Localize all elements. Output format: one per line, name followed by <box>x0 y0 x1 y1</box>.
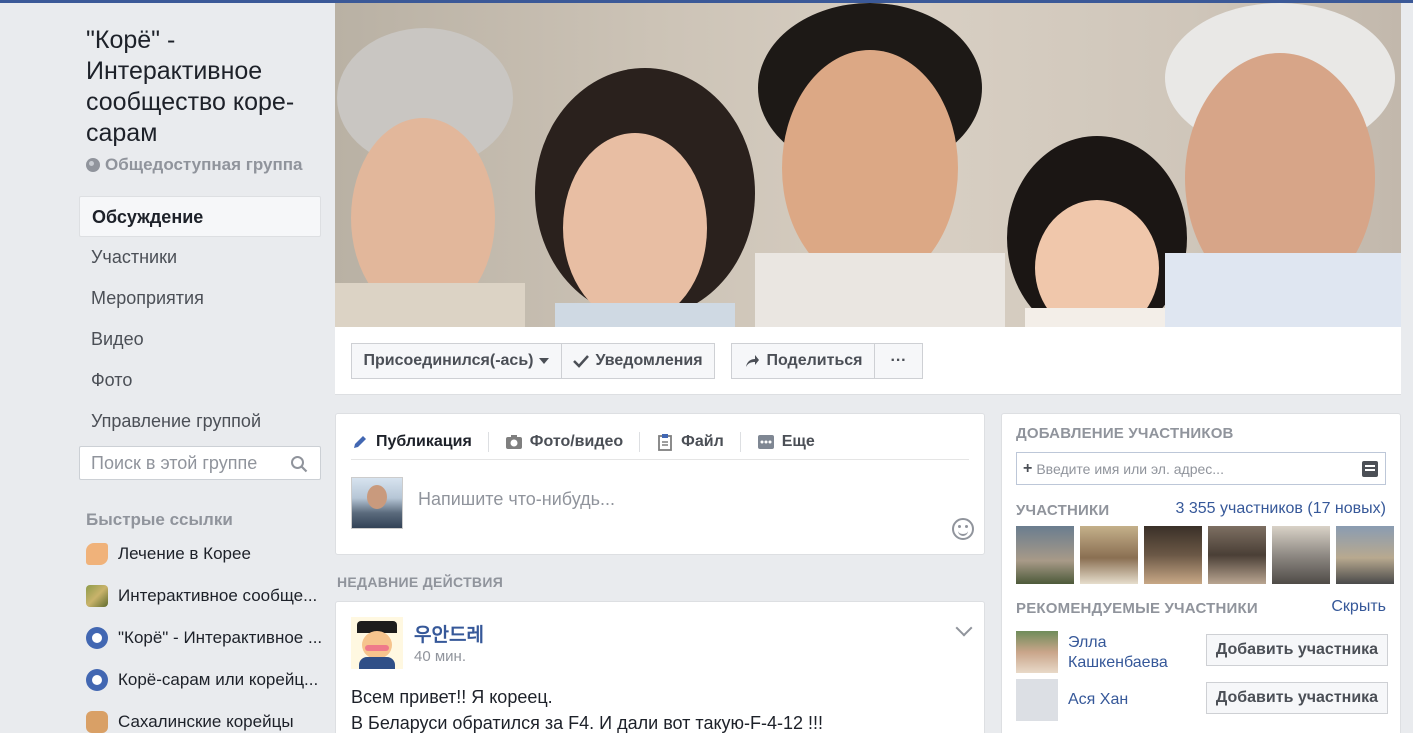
camera-icon <box>505 434 522 449</box>
default-avatar-icon[interactable] <box>1016 679 1058 721</box>
nav-item-manage-group[interactable]: Управление группой <box>79 401 321 442</box>
plus-icon: + <box>1023 459 1033 477</box>
quick-link-item[interactable]: "Корё" - Интерактивное ... <box>86 617 326 659</box>
fist-icon <box>86 711 108 733</box>
group-icon <box>86 669 108 691</box>
suggested-member-row: Элла Кашкенбаева Добавить участника <box>1016 631 1388 675</box>
clipboard-icon <box>658 433 673 451</box>
emoji-icon[interactable] <box>952 518 974 540</box>
nav-item-photos[interactable]: Фото <box>79 360 321 401</box>
quick-link-item[interactable]: Корё-сарам или корейц... <box>86 659 326 701</box>
compose-input[interactable] <box>418 489 918 510</box>
nav-item-discussion[interactable]: Обсуждение <box>79 196 321 237</box>
nav-item-events[interactable]: Мероприятия <box>79 278 321 319</box>
notifications-button-label: Уведомления <box>595 352 703 369</box>
post-text-line: В Беларуси обратился за F4. И дали вот т… <box>351 713 824 733</box>
caret-down-icon <box>539 358 550 364</box>
checkmark-icon <box>573 355 590 368</box>
globe-icon <box>86 158 100 172</box>
member-thumbnail[interactable] <box>1336 526 1394 584</box>
member-thumbnail[interactable] <box>1272 526 1330 584</box>
post-timestamp[interactable]: 40 мин. <box>414 648 466 665</box>
pencil-icon <box>354 435 366 448</box>
joined-button[interactable]: Присоединился(-ась) <box>351 343 562 379</box>
post-composer: Публикация Фото/видео Файл Еще <box>335 413 985 555</box>
group-privacy: Общедоступная группа <box>86 155 302 175</box>
post-text-line: Всем привет!! Я кореец. <box>351 687 553 707</box>
tab-more-label: Еще <box>781 432 815 450</box>
suggested-members-title: РЕКОМЕНДУЕМЫЕ УЧАСТНИКИ <box>1016 600 1258 617</box>
group-nav: Обсуждение Участники Мероприятия Видео Ф… <box>79 196 321 442</box>
member-thumbnails <box>1016 526 1394 584</box>
tab-post-label: Публикация <box>376 432 472 450</box>
group-search-input[interactable] <box>91 452 281 474</box>
tab-photo-video[interactable]: Фото/видео <box>505 431 641 452</box>
more-options-button[interactable]: ··· <box>874 343 923 379</box>
suggested-member-row: Ася Хан Добавить участника <box>1016 679 1388 723</box>
quick-links-title: Быстрые ссылки <box>86 510 233 529</box>
quick-link-label: Корё-сарам или корейц... <box>118 670 319 689</box>
quick-link-label: Интерактивное сообще... <box>118 586 318 605</box>
more-dots-icon <box>757 434 774 449</box>
tab-file-label: Файл <box>681 432 724 450</box>
tab-photo-video-label: Фото/видео <box>529 432 624 450</box>
add-member-button[interactable]: Добавить участника <box>1206 634 1388 666</box>
notifications-button[interactable]: Уведомления <box>561 343 715 379</box>
suggested-member-avatar[interactable] <box>1016 631 1058 673</box>
group-photo-icon <box>86 585 108 607</box>
member-thumbnail[interactable] <box>1080 526 1138 584</box>
post-body: Всем привет!! Я кореец. В Беларуси обрат… <box>351 684 823 733</box>
members-count-link[interactable]: 3 355 участников (17 новых) <box>1176 500 1386 518</box>
tab-post[interactable]: Публикация <box>351 431 489 452</box>
add-members-title: ДОБАВЛЕНИЕ УЧАСТНИКОВ <box>1016 425 1234 442</box>
suggested-member-name[interactable]: Ася Хан <box>1068 690 1188 710</box>
left-sidebar: "Корё" - Интерактивное сообщество коре-с… <box>0 3 333 733</box>
quick-link-label: Сахалинские корейцы <box>118 712 294 731</box>
cover-action-bar: Присоединился(-ась) Уведомления Поделить… <box>335 327 1401 395</box>
share-arrow-icon <box>746 355 760 367</box>
tab-more[interactable]: Еще <box>757 432 831 452</box>
quick-link-item[interactable]: Интерактивное сообще... <box>86 575 326 617</box>
group-privacy-label: Общедоступная группа <box>105 155 303 174</box>
quick-link-label: "Корё" - Интерактивное ... <box>118 628 323 647</box>
address-book-icon[interactable] <box>1362 461 1378 477</box>
joined-button-label: Присоединился(-ась) <box>363 352 534 369</box>
group-icon <box>86 627 108 649</box>
hide-suggestions-link[interactable]: Скрыть <box>1331 598 1386 616</box>
member-thumbnail[interactable] <box>1208 526 1266 584</box>
search-icon[interactable] <box>290 455 308 473</box>
member-thumbnail[interactable] <box>1144 526 1202 584</box>
recent-activity-title: НЕДАВНИЕ ДЕЙСТВИЯ <box>337 574 504 590</box>
quick-link-label: Лечение в Корее <box>118 544 251 563</box>
member-thumbnail[interactable] <box>1016 526 1074 584</box>
quick-links-list: Лечение в Корее Интерактивное сообще... … <box>86 533 326 733</box>
group-title[interactable]: "Корё" - Интерактивное сообщество коре-с… <box>86 25 326 149</box>
feed-post: 우안드레 40 мин. Всем привет!! Я кореец. В Б… <box>335 601 985 733</box>
add-member-input[interactable] <box>1036 460 1357 477</box>
quick-link-item[interactable]: Сахалинские корейцы <box>86 701 326 733</box>
quick-link-item[interactable]: Лечение в Корее <box>86 533 326 575</box>
add-member-field: + <box>1016 452 1386 485</box>
share-button-label: Поделиться <box>766 352 863 369</box>
current-user-avatar[interactable] <box>351 477 403 529</box>
pointing-hand-icon <box>86 543 108 565</box>
tab-file[interactable]: Файл <box>656 431 741 452</box>
composer-tabs: Публикация Фото/видео Файл Еще <box>351 424 969 460</box>
members-sidebar-card: ДОБАВЛЕНИЕ УЧАСТНИКОВ + УЧАСТНИКИ 3 355 … <box>1001 413 1401 733</box>
post-author-name[interactable]: 우안드레 <box>414 620 484 647</box>
cover-photo[interactable] <box>335 3 1401 327</box>
chevron-down-icon[interactable] <box>955 619 973 637</box>
share-button[interactable]: Поделиться <box>731 343 876 379</box>
post-author-avatar[interactable] <box>351 617 403 669</box>
cover-family-illustration <box>335 3 1401 327</box>
group-search <box>79 446 321 480</box>
nav-item-members[interactable]: Участники <box>79 237 321 278</box>
suggested-member-name[interactable]: Элла Кашкенбаева <box>1068 633 1188 673</box>
nav-item-videos[interactable]: Видео <box>79 319 321 360</box>
add-member-button[interactable]: Добавить участника <box>1206 682 1388 714</box>
members-title: УЧАСТНИКИ <box>1016 502 1110 519</box>
